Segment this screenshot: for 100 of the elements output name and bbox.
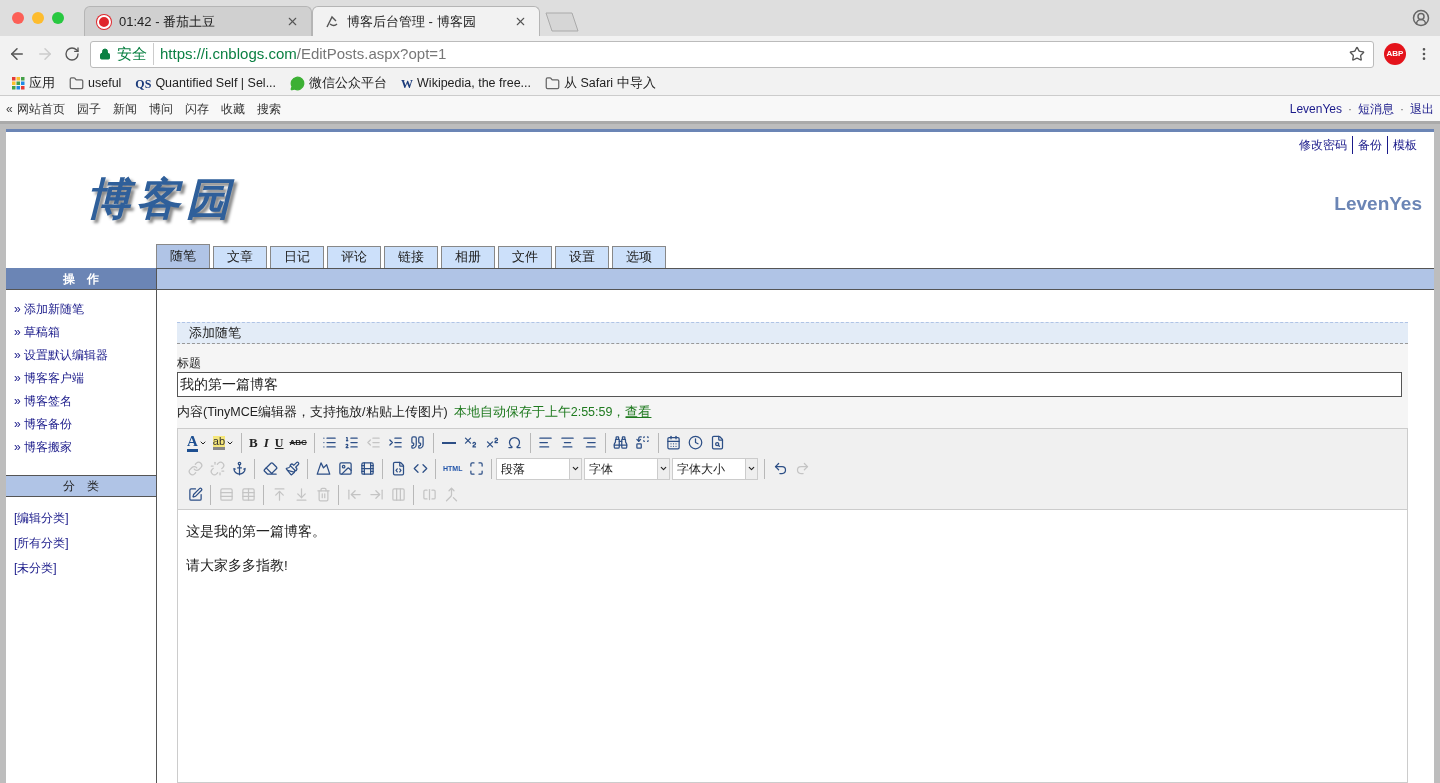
bookmark-label: Wikipedia, the free... [417, 75, 531, 93]
tab[interactable]: 日记 [270, 246, 324, 268]
align-center-icon [560, 435, 576, 451]
tab[interactable]: 评论 [327, 246, 381, 268]
dropdown[interactable]: 字体 [584, 457, 671, 480]
tab[interactable]: 选项 [612, 246, 666, 268]
table-cell-icon [240, 487, 256, 503]
adblock-icon[interactable]: ABP [1384, 43, 1406, 65]
back-icon[interactable] [8, 45, 26, 63]
close-icon[interactable] [514, 15, 527, 28]
sidebar-link[interactable]: » 设置默认编辑器 [14, 346, 156, 364]
nav-link[interactable]: 网站首页 [16, 99, 65, 118]
undo-icon [772, 461, 788, 477]
toolbar-button[interactable]: U [271, 431, 287, 454]
tab[interactable]: 文件 [498, 246, 552, 268]
toolbar-button[interactable]: B [246, 431, 261, 454]
user-link[interactable]: 短消息 [1358, 99, 1394, 118]
category-link[interactable]: [编辑分类] [14, 509, 156, 527]
bookmark-label: useful [88, 75, 122, 93]
clock-icon [688, 435, 704, 451]
profile-icon[interactable] [1412, 9, 1430, 27]
nav-link[interactable]: 博问 [148, 99, 173, 118]
image-icon [337, 461, 353, 477]
tab-title: 01:42 - 番茄土豆 [119, 12, 217, 31]
tab[interactable]: 相册 [441, 246, 495, 268]
binoculars-icon [613, 435, 629, 451]
sidebar-link[interactable]: » 博客客户端 [14, 369, 156, 387]
link-icon [187, 461, 203, 477]
url-text: https://i.cnblogs.com/EditPosts.aspx?opt=1 [160, 43, 448, 64]
site-logo: 博客园 [86, 172, 236, 226]
pen-logo-icon [325, 14, 339, 29]
toolbar-button[interactable]: ab [209, 431, 238, 454]
film-icon [359, 461, 375, 477]
anchor-icon [231, 461, 247, 477]
tab-title: 博客后台管理 - 博客园 [347, 12, 477, 31]
site-logo-label: W [401, 75, 414, 93]
reload-icon[interactable] [64, 46, 80, 62]
editor-area[interactable]: 这是我的第一篇博客。 请大家多多指教! [177, 509, 1408, 783]
sidebar-link[interactable]: » 博客搬家 [14, 438, 156, 456]
horizontal-rule-icon [441, 441, 456, 444]
separator-dot: · [1348, 100, 1352, 118]
subscript-icon [463, 435, 479, 451]
category-link[interactable]: [未分类] [14, 559, 156, 577]
merge-cells-icon [443, 487, 459, 503]
header-link[interactable]: 备份 [1352, 136, 1387, 154]
editor-paragraph: 这是我的第一篇博客。 [186, 522, 327, 541]
section-header: 添加随笔 [177, 322, 1408, 344]
bullet-list-icon [322, 435, 338, 451]
tab[interactable]: 链接 [384, 246, 438, 268]
bookmark-item[interactable]: QS Quantified Self | Sel... [135, 74, 277, 93]
bookmark-star-icon[interactable] [1349, 46, 1365, 62]
toolbar-button[interactable]: A [184, 431, 210, 454]
nav-marker: « [6, 100, 13, 118]
header-link[interactable]: 修改密码 [1294, 136, 1352, 154]
tab[interactable]: 随笔 [156, 244, 210, 268]
calendar-icon [666, 435, 682, 451]
user-link[interactable]: 退出 [1410, 99, 1434, 118]
header-link[interactable]: 模板 [1387, 136, 1422, 154]
site-logo-label: QS [135, 75, 152, 93]
title-field[interactable]: 我的第一篇博客 [177, 372, 1402, 397]
nav-link[interactable]: 新闻 [112, 99, 137, 118]
sidebar-link[interactable]: » 草稿箱 [14, 323, 156, 341]
table-row-icon [218, 487, 234, 503]
tab[interactable]: 文章 [213, 246, 267, 268]
tab[interactable]: 设置 [555, 246, 609, 268]
bookmark-item[interactable]: useful [69, 74, 122, 93]
chat-bubble-icon [290, 76, 306, 91]
landscape-icon [315, 461, 331, 477]
address-field[interactable]: 安全 https://i.cnblogs.com/EditPosts.aspx?opt=1 [90, 40, 1374, 68]
bookmark-item[interactable]: W Wikipedia, the free... [401, 74, 531, 93]
outdent-icon [366, 435, 382, 451]
superscript-icon [485, 435, 501, 451]
bookmark-item[interactable]: 从 Safari 中导入 [545, 74, 656, 93]
toolbar-button[interactable]: ABC [286, 431, 310, 454]
sidebar-heading: 分 类 [6, 475, 156, 497]
browser-tab[interactable]: 博客后台管理 - 博客园 [312, 6, 540, 36]
nav-link[interactable]: 收藏 [220, 99, 245, 118]
close-icon[interactable] [286, 15, 299, 28]
replace-icon [635, 435, 651, 451]
sidebar-link[interactable]: » 博客签名 [14, 392, 156, 410]
nav-link[interactable]: 搜索 [256, 99, 281, 118]
view-link[interactable]: 查看 [625, 403, 652, 422]
nav-link[interactable]: 园子 [76, 99, 101, 118]
field-label: 内容(TinyMCE编辑器，支持拖放/粘贴上传图片) [177, 404, 448, 421]
delete-column-icon [390, 487, 406, 503]
browser-tab[interactable]: 01:42 - 番茄土豆 [84, 6, 312, 36]
folder-icon [69, 76, 84, 91]
user-link[interactable]: LevenYes [1289, 99, 1342, 118]
dropdown[interactable]: 段落 [496, 457, 583, 480]
toolbar-button[interactable]: I [260, 431, 272, 454]
split-cells-icon [421, 487, 437, 503]
bookmark-label: 微信公众平台 [309, 75, 388, 93]
dropdown[interactable]: 字体大小 [672, 457, 759, 480]
sidebar-link[interactable]: » 添加新随笔 [14, 300, 156, 318]
bookmark-item[interactable]: 应用 [12, 74, 55, 93]
nav-link[interactable]: 闪存 [184, 99, 209, 118]
category-link[interactable]: [所有分类] [14, 534, 156, 552]
eraser-icon [262, 461, 278, 477]
sidebar-link[interactable]: » 博客备份 [14, 415, 156, 433]
bookmark-item[interactable]: 微信公众平台 [290, 74, 388, 93]
